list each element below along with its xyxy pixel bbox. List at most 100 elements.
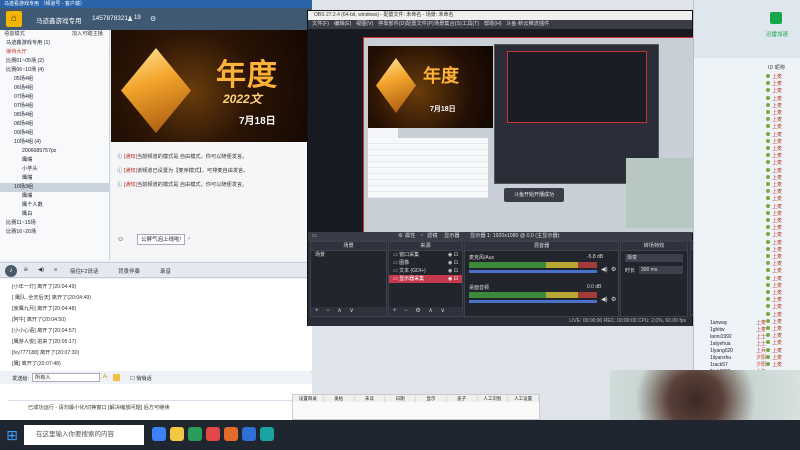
channel-item[interactable]: 鹰嘴 xyxy=(0,192,109,201)
user-name-row[interactable]: lanni1992 上士 xyxy=(700,334,766,341)
channel-item[interactable]: 10场3组 xyxy=(0,183,109,192)
emoji-icon[interactable]: ☺ xyxy=(117,236,124,243)
display-select[interactable]: 显示器 1: 1920x1080 @ 0,0 (主显示器) xyxy=(470,232,559,241)
channel-item[interactable]: 比赛11~15场 xyxy=(0,219,109,228)
user-row[interactable]: 上麦 xyxy=(766,95,800,103)
source-item[interactable]: ▭ 文本 (GDI+) ◉ ⊡ xyxy=(389,267,462,275)
channel-item[interactable]: 接待大厅 xyxy=(0,48,109,57)
user-row[interactable]: 上麦 xyxy=(766,167,800,175)
channel-item[interactable]: 鹰嘴 xyxy=(0,174,109,183)
table-column-header[interactable]: 人工设置 xyxy=(508,395,539,402)
user-name-row[interactable]: 1rack57 夕阳 xyxy=(700,362,766,369)
channel-item[interactable]: 比赛01~05场 (2) xyxy=(0,57,109,66)
table-column-header[interactable]: 发帖 xyxy=(323,395,355,402)
user-row[interactable]: 上麦 xyxy=(766,304,800,311)
gear-icon[interactable]: ⚙ xyxy=(150,15,156,23)
file-explorer-icon[interactable] xyxy=(170,427,184,441)
speaker-icon[interactable]: ◀) xyxy=(38,267,44,273)
user-row[interactable]: 上麦 xyxy=(766,282,800,290)
filter-icon[interactable]: ◔ xyxy=(420,232,423,241)
scene-row[interactable]: 场景 xyxy=(311,251,386,259)
media-app-icon[interactable] xyxy=(206,427,220,441)
user-row[interactable]: 上麦 xyxy=(766,196,800,203)
channel-item[interactable]: 鹰个人数 xyxy=(0,201,109,210)
voice-app-icon[interactable] xyxy=(242,427,256,441)
bubble-button[interactable]: 公屏气泡上线啦! xyxy=(137,234,185,245)
user-name-row[interactable]: 1anway 上麦 xyxy=(700,320,766,327)
gear-icon[interactable]: ⚙ xyxy=(611,266,616,273)
game-app-icon[interactable] xyxy=(224,427,238,441)
user-row[interactable]: 上麦 xyxy=(766,239,800,247)
source-item[interactable]: ▭ 图像 ◉ ⊡ xyxy=(389,259,462,267)
volume-slider[interactable] xyxy=(469,300,597,303)
menu-item[interactable]: 场景集合(S) xyxy=(434,20,462,29)
channel-item[interactable]: 比赛06~10场 (4) xyxy=(0,66,109,75)
table-column-header[interactable]: 未读 xyxy=(354,395,386,402)
browser-icon[interactable] xyxy=(188,427,202,441)
table-column-header[interactable]: 人工识别 xyxy=(477,395,509,402)
user-row[interactable]: 上麦 xyxy=(766,362,800,369)
channel-item[interactable]: 09场4组 xyxy=(0,129,109,138)
speaker-icon[interactable]: ◀) xyxy=(601,266,608,273)
channel-item[interactable]: 07场4组 xyxy=(0,102,109,111)
menu-item[interactable]: 文件(F) xyxy=(312,20,329,29)
mic-item-0[interactable]: 接住F2说话 xyxy=(70,267,98,275)
channel-item[interactable]: 2006689757pz xyxy=(0,147,109,156)
volume-icon[interactable]: ≡ xyxy=(54,267,57,273)
sources-controls[interactable]: + − ⚙ ∧ ∨ xyxy=(389,307,462,316)
filters-button[interactable]: 滤镜 xyxy=(427,232,437,241)
table-column-header[interactable]: 日期 xyxy=(385,395,416,402)
user-row[interactable]: 上麦 xyxy=(766,210,800,218)
menu-item[interactable]: 配置文件(P) xyxy=(406,20,434,29)
user-name-row[interactable]: 1atyehua 上士 xyxy=(700,341,766,348)
send-target-select[interactable]: 所有人 xyxy=(32,373,100,382)
menu-item[interactable]: 帮助(H) xyxy=(484,20,502,29)
visibility-eye-icon[interactable]: ◉ ⊡ xyxy=(448,267,462,275)
menu-item[interactable]: 斗鱼·新云推流插件 xyxy=(506,20,549,29)
user-row[interactable]: 上麦 xyxy=(766,160,800,167)
transition-select[interactable]: 渐变 xyxy=(625,254,683,262)
emoji-picker-icon[interactable] xyxy=(113,374,120,381)
obs-preview[interactable]: 年度 7月18日 斗鱼开始开播成功 xyxy=(308,29,703,233)
user-row[interactable]: 上麦 xyxy=(766,174,800,182)
menu-item[interactable]: 视图(V) xyxy=(356,20,373,29)
menu-item[interactable]: 编辑(E) xyxy=(334,20,351,29)
properties-button[interactable]: 属性 xyxy=(405,232,415,241)
preview-capture[interactable]: 年度 7月18日 斗鱼开始开播成功 xyxy=(363,37,703,233)
table-column-header[interactable]: 显示 xyxy=(416,395,447,402)
user-row[interactable]: 上麦 xyxy=(766,311,800,319)
volume-slider[interactable] xyxy=(469,270,597,273)
user-row[interactable]: 上麦 xyxy=(766,340,800,347)
channel-item[interactable]: 马迹鑫游戏专用 (1) xyxy=(0,39,109,48)
channel-item[interactable]: 08场4组 xyxy=(0,120,109,129)
user-row[interactable]: 上麦 xyxy=(766,347,800,355)
source-item[interactable]: ▭ 显示器采集 ◉ ⊡ xyxy=(389,275,462,283)
speaker-icon[interactable]: ◀) xyxy=(601,296,608,303)
visibility-eye-icon[interactable]: ◉ ⊡ xyxy=(448,259,462,267)
whisper-checkbox[interactable]: ☐ 悄悄话 xyxy=(130,375,152,382)
source-item[interactable]: ▭ 窗口采集 ◉ ⊡ xyxy=(389,251,462,259)
mic-item-1[interactable]: 背景伴奏 xyxy=(118,267,140,275)
font-icon[interactable]: A xyxy=(103,374,107,380)
channel-item[interactable]: 鹰白 xyxy=(0,210,109,219)
mic-settings-icon[interactable]: ⍾ xyxy=(24,267,28,274)
scenes-controls[interactable]: + − ∧ ∨ xyxy=(311,307,386,316)
user-row[interactable]: 上麦 xyxy=(766,203,800,211)
task-view-icon[interactable] xyxy=(152,427,166,441)
user-name-row[interactable]: 1ilyanshu 夕阳 xyxy=(700,355,766,362)
menu-item[interactable]: 工具(T) xyxy=(462,20,479,29)
user-row[interactable]: 上麦 xyxy=(766,102,800,110)
user-row[interactable]: 上麦 xyxy=(766,88,800,95)
arrow-icon[interactable]: › xyxy=(188,236,190,242)
user-row[interactable]: 上麦 xyxy=(766,232,800,239)
tree-header-right[interactable]: 加入可踏主播 xyxy=(72,30,103,39)
user-row[interactable]: 上麦 xyxy=(766,275,800,283)
user-row[interactable]: 上麦 xyxy=(766,318,800,326)
gear-icon[interactable]: ⚙ xyxy=(611,296,616,303)
table-column-header[interactable]: 盖子 xyxy=(446,395,478,402)
visibility-eye-icon[interactable]: ◉ ⊡ xyxy=(448,251,462,259)
user-name-row[interactable]: 1ghitw 上麦 xyxy=(700,327,766,334)
windows-start-icon[interactable]: ⊞ xyxy=(4,427,20,443)
table-column-header[interactable]: 设置目录 xyxy=(293,395,324,402)
channel-item[interactable]: 10场4组 (4) xyxy=(0,138,109,147)
